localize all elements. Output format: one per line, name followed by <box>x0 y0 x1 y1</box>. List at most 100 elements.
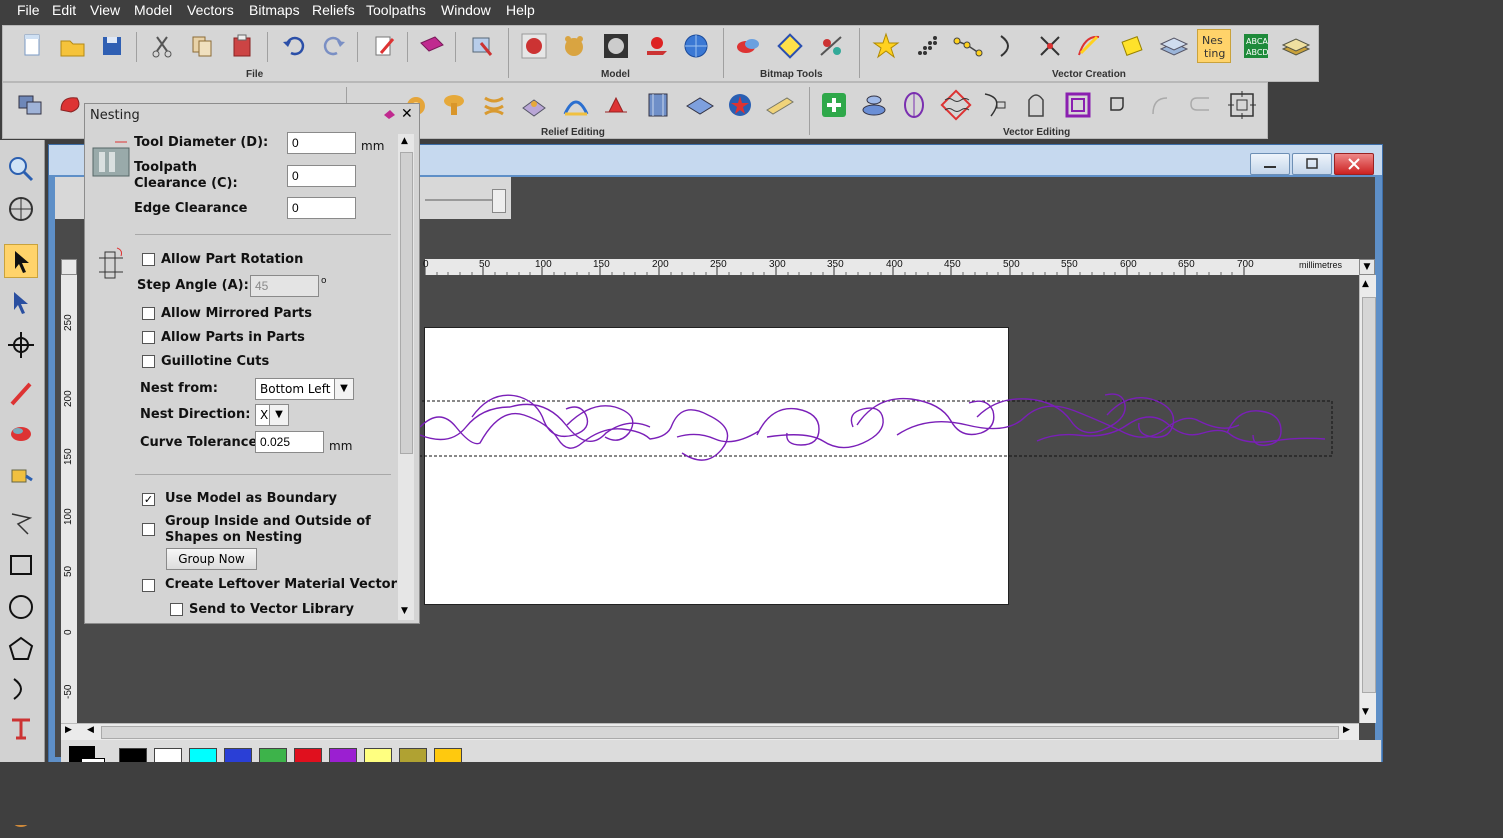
ruler-corner[interactable] <box>61 259 77 275</box>
allow-rotation-checkbox[interactable] <box>142 253 155 266</box>
relief-hat-icon[interactable] <box>599 88 633 122</box>
relief-star-icon[interactable] <box>723 88 757 122</box>
dialog-scroll-thumb[interactable] <box>400 152 413 454</box>
curve-join-icon[interactable] <box>1183 88 1217 122</box>
nest-direction-select[interactable]: X ▼ <box>255 404 289 426</box>
polygon-tool-icon[interactable] <box>4 632 38 666</box>
menu-reliefs[interactable]: Reliefs <box>312 2 355 18</box>
spin-vector-icon[interactable] <box>857 88 891 122</box>
group-now-button[interactable]: Group Now <box>166 548 257 570</box>
dialog-scroll-up[interactable]: ▲ <box>401 136 408 146</box>
globe-view-icon[interactable] <box>4 192 38 226</box>
offset-vector-icon[interactable] <box>1115 29 1149 63</box>
arc-icon[interactable] <box>991 29 1025 63</box>
bitmap-color-select-icon[interactable] <box>731 29 765 63</box>
menu-window[interactable]: Window <box>441 2 491 18</box>
model-bear-icon[interactable] <box>517 29 551 63</box>
open-file-icon[interactable] <box>55 29 89 63</box>
transform-icon[interactable] <box>4 328 38 362</box>
shape-outline-icon[interactable] <box>1019 88 1053 122</box>
curve-tolerance-input[interactable] <box>255 431 324 453</box>
trim-vectors-icon[interactable] <box>1033 29 1067 63</box>
paint-color-icon[interactable] <box>4 416 38 450</box>
new-file-icon[interactable] <box>15 29 49 63</box>
model-shaded-icon[interactable] <box>599 29 633 63</box>
nest-from-select[interactable]: Bottom Left ▼ <box>255 378 354 400</box>
menu-bitmaps[interactable]: Bitmaps <box>249 2 300 18</box>
menu-file[interactable]: File <box>17 2 40 18</box>
guillotine-cuts-checkbox[interactable] <box>142 355 155 368</box>
copy-icon[interactable] <box>185 29 219 63</box>
send-to-library-checkbox[interactable] <box>170 603 183 616</box>
bitmap-outline-icon[interactable] <box>773 29 807 63</box>
vector-texture-icon[interactable] <box>1279 29 1313 63</box>
scroll-down-arrow[interactable]: ▼ <box>1362 707 1369 717</box>
scroll-right-arrow[interactable]: ▶ <box>1343 725 1350 735</box>
maximize-button[interactable] <box>1292 153 1332 175</box>
dialog-close-icon[interactable]: ✕ <box>401 106 413 122</box>
rectangle-tool-icon[interactable] <box>4 548 38 582</box>
node-grid-icon[interactable] <box>911 29 945 63</box>
arc-tool-icon[interactable] <box>4 672 38 706</box>
menu-view[interactable]: View <box>90 2 120 18</box>
vector-group-icon[interactable] <box>13 88 47 122</box>
group-inside-outside-checkbox[interactable] <box>142 523 155 536</box>
slider-thumb[interactable] <box>492 189 506 213</box>
vertical-scrollbar[interactable]: ▲ ▼ <box>1359 275 1376 723</box>
arc-join-icon[interactable] <box>1143 88 1177 122</box>
dialog-pin-icon[interactable] <box>382 107 396 125</box>
relief-fade-icon[interactable] <box>517 88 551 122</box>
dialog-scrollbar[interactable]: ▲ ▼ <box>398 134 414 620</box>
scroll-left-arrow[interactable]: ▶ <box>65 725 72 735</box>
menu-vectors[interactable]: Vectors <box>187 2 234 18</box>
add-vector-icon[interactable] <box>817 88 851 122</box>
relief-pillar-icon[interactable] <box>641 88 675 122</box>
relief-smooth-icon[interactable] <box>763 88 797 122</box>
text-tool-icon[interactable] <box>4 712 38 746</box>
fillet-icon[interactable] <box>1103 88 1137 122</box>
step-angle-input[interactable] <box>250 275 319 297</box>
layers-icon[interactable] <box>1157 29 1191 63</box>
allow-parts-in-parts-checkbox[interactable] <box>142 331 155 344</box>
relief-twist-icon[interactable] <box>477 88 511 122</box>
relief-plane-icon[interactable] <box>683 88 717 122</box>
fit-view-icon[interactable] <box>1225 88 1259 122</box>
menu-help[interactable]: Help <box>506 2 535 18</box>
redo-icon[interactable] <box>317 29 351 63</box>
nesting-icon[interactable]: Nes ting <box>1197 29 1231 63</box>
create-leftover-checkbox[interactable] <box>142 579 155 592</box>
bounding-box-icon[interactable] <box>1061 88 1095 122</box>
mirror-vector-icon[interactable] <box>897 88 931 122</box>
paste-icon[interactable] <box>225 29 259 63</box>
ruler-dropdown-button[interactable]: ▼ <box>1359 259 1375 275</box>
notes-icon[interactable] <box>367 29 401 63</box>
relief-arc-icon[interactable] <box>559 88 593 122</box>
cut-icon[interactable] <box>145 29 179 63</box>
circle-tool-icon[interactable] <box>4 590 38 624</box>
allow-mirrored-checkbox[interactable] <box>142 307 155 320</box>
wave-vector-icon[interactable] <box>939 88 973 122</box>
menu-toolpaths[interactable]: Toolpaths <box>366 2 426 18</box>
node-select-icon[interactable] <box>4 286 38 320</box>
horizontal-scroll-thumb[interactable] <box>101 726 1339 739</box>
model-sphere-icon[interactable] <box>679 29 713 63</box>
zoom-icon[interactable] <box>4 152 38 186</box>
bitmap-paint-icon[interactable] <box>815 29 849 63</box>
help-book-icon[interactable] <box>415 29 449 63</box>
edge-clearance-input[interactable] <box>287 197 356 219</box>
text-layout-icon[interactable]: ABCA ABCD <box>1239 29 1273 63</box>
save-icon[interactable] <box>95 29 129 63</box>
dialog-scroll-down[interactable]: ▼ <box>401 606 408 616</box>
minimize-button[interactable] <box>1250 153 1290 175</box>
curve-draw-icon[interactable] <box>1073 29 1107 63</box>
horizontal-scrollbar[interactable]: ▶ ◀ ▶ <box>61 723 1359 740</box>
model-relief-bear-icon[interactable] <box>557 29 591 63</box>
settings-tool-icon[interactable] <box>465 29 499 63</box>
node-edit-icon[interactable] <box>979 88 1013 122</box>
pencil-icon[interactable] <box>4 376 38 410</box>
tool-diameter-input[interactable] <box>287 132 356 154</box>
undo-icon[interactable] <box>277 29 311 63</box>
use-model-boundary-checkbox[interactable]: ✓ <box>142 493 155 506</box>
menu-edit[interactable]: Edit <box>52 2 76 18</box>
close-window-button[interactable] <box>1334 153 1374 175</box>
